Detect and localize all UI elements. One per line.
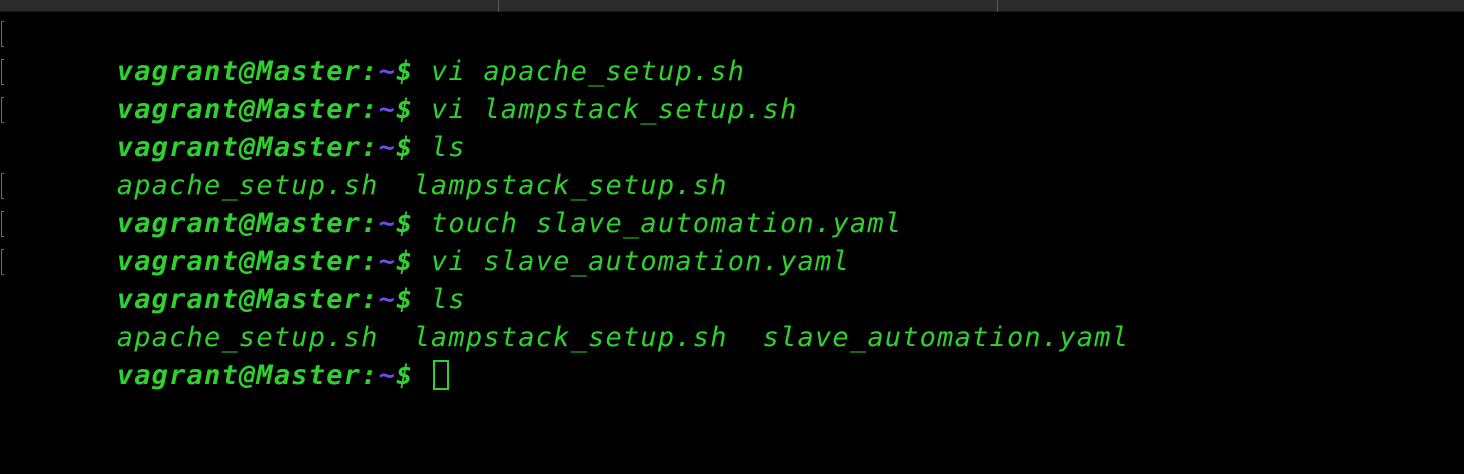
prompt-user-host: vagrant@Master: xyxy=(116,360,379,391)
terminal-line-active[interactable]: vagrant@Master:~$ xyxy=(0,319,1464,391)
terminal-line: vagrant@Master:~$ ls xyxy=(0,91,1464,163)
line-marker xyxy=(1,97,4,123)
tab-3[interactable] xyxy=(998,0,1464,12)
cursor xyxy=(432,360,449,390)
line-marker xyxy=(1,21,4,47)
command-input[interactable] xyxy=(414,360,431,391)
terminal-line: apache_setup.sh lampstack_setup.sh slave… xyxy=(0,281,1464,353)
tab-bar xyxy=(0,0,1464,12)
tab-1[interactable] xyxy=(0,0,499,12)
terminal-line: vagrant@Master:~$ ls xyxy=(0,243,1464,315)
terminal-line: vagrant@Master:~$ touch slave_automation… xyxy=(0,167,1464,239)
line-marker xyxy=(1,59,4,85)
terminal-window: vagrant@Master:~$ vi apache_setup.sh vag… xyxy=(0,0,1464,474)
terminal-line: vagrant@Master:~$ vi slave_automation.ya… xyxy=(0,205,1464,277)
line-marker xyxy=(1,211,4,237)
tab-2[interactable] xyxy=(499,0,998,12)
line-marker xyxy=(1,249,4,275)
prompt-symbol: $ xyxy=(396,360,414,391)
line-marker xyxy=(1,173,4,199)
prompt-path: ~ xyxy=(378,360,397,391)
terminal-output[interactable]: vagrant@Master:~$ vi apache_setup.sh vag… xyxy=(0,15,1464,391)
terminal-line: vagrant@Master:~$ vi lampstack_setup.sh xyxy=(0,53,1464,125)
terminal-line: vagrant@Master:~$ vi apache_setup.sh xyxy=(0,15,1464,87)
terminal-line: apache_setup.sh lampstack_setup.sh xyxy=(0,129,1464,201)
